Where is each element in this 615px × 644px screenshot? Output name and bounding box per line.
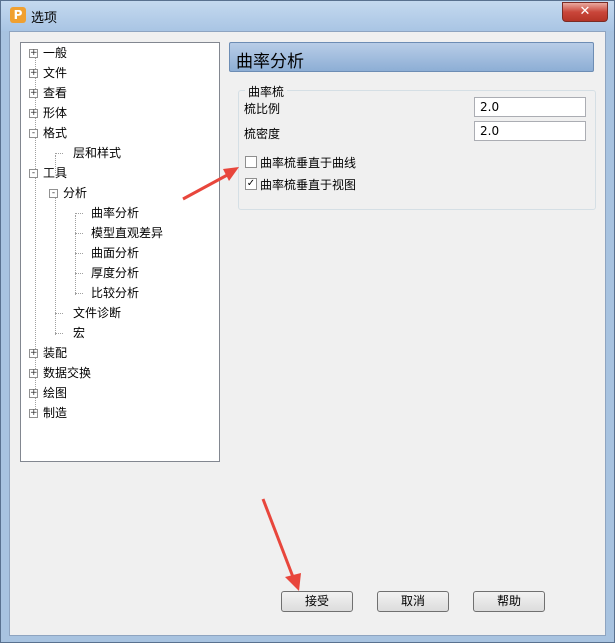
arrow-to-accept: [261, 498, 301, 591]
annotation-arrows: [182, 167, 301, 591]
arrow-to-checkbox: [182, 167, 239, 201]
options-dialog: P 选项 ✕ + 一般 + 文件 + 查看 + 形体 - 格式 层和样式 - 工…: [0, 0, 615, 643]
